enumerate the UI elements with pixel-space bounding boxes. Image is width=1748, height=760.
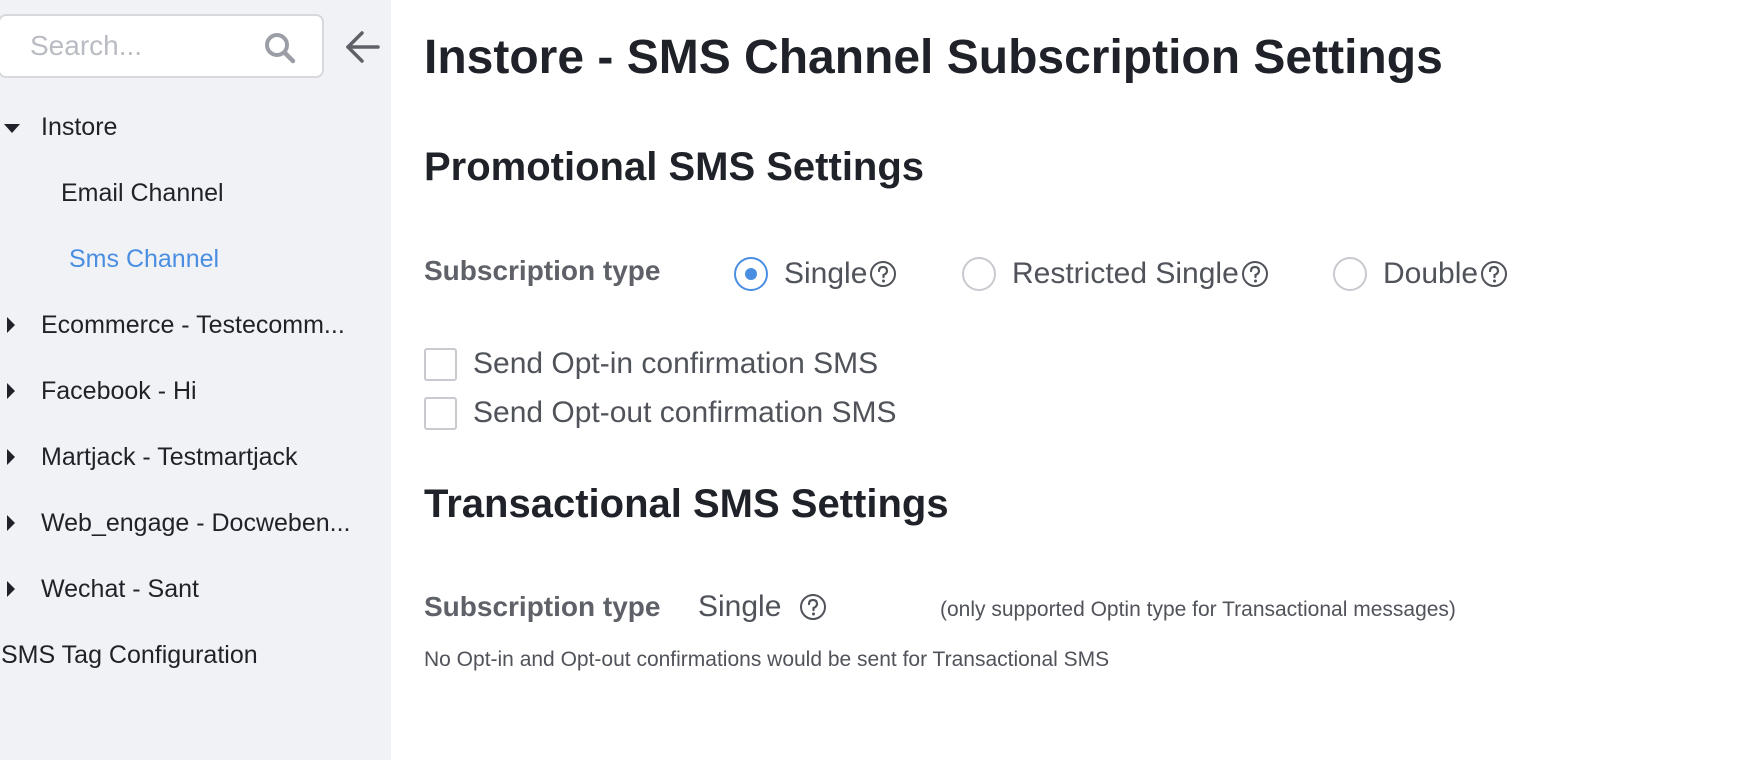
radio-double[interactable]: Double [1333, 254, 1508, 294]
main-content: Instore - SMS Channel Subscription Setti… [424, 0, 1724, 760]
sidebar-item-martjack[interactable]: Martjack - Testmartjack [41, 443, 298, 472]
checkbox-label: Send Opt-out confirmation SMS [473, 396, 897, 429]
help-icon[interactable] [1480, 260, 1508, 288]
arrow-left-icon[interactable] [344, 28, 382, 66]
promotional-subscription-type-label: Subscription type [424, 255, 661, 286]
transactional-info-text: No Opt-in and Opt-out confirmations woul… [424, 648, 1110, 671]
sidebar-item-label: Ecommerce - Testecomm... [41, 311, 345, 339]
checkbox[interactable] [424, 396, 457, 430]
sidebar-item-label: Sms Channel [69, 245, 220, 273]
help-icon[interactable] [869, 260, 897, 288]
radio-label: Double [1383, 257, 1479, 290]
sidebar-item-label: Email Channel [61, 179, 224, 207]
radio-restricted-single[interactable]: Restricted Single [962, 254, 1269, 294]
caret-down-icon[interactable] [4, 124, 20, 133]
sidebar-item-ecommerce[interactable]: Ecommerce - Testecomm... [41, 311, 345, 340]
radio-button[interactable] [962, 257, 996, 291]
promotional-section-title: Promotional SMS Settings [424, 145, 925, 189]
sidebar-item-email-channel[interactable]: Email Channel [61, 179, 224, 208]
transactional-subscription-value-text: Single [698, 590, 782, 623]
transactional-subscription-value: Single [698, 590, 827, 624]
sidebar-item-sms-tag-configuration[interactable]: SMS Tag Configuration [1, 641, 258, 670]
transactional-subscription-type-label: Subscription type [424, 591, 661, 622]
checkbox[interactable] [424, 347, 457, 381]
radio-label: Restricted Single [1012, 257, 1239, 290]
sidebar-item-label: SMS Tag Configuration [1, 641, 258, 669]
sidebar-item-sms-channel[interactable]: Sms Channel [69, 245, 219, 274]
radio-label: Single [784, 257, 868, 290]
checkbox-label: Send Opt-in confirmation SMS [473, 347, 879, 380]
transactional-section-title: Transactional SMS Settings [424, 482, 949, 526]
sidebar-item-label: Facebook - Hi [41, 377, 197, 405]
sidebar-item-instore[interactable]: Instore [41, 113, 117, 142]
help-icon[interactable] [799, 593, 827, 621]
caret-right-icon[interactable] [7, 383, 15, 399]
sidebar-item-label: Web_engage - Docweben... [41, 509, 351, 537]
radio-button-checked[interactable] [734, 257, 768, 291]
caret-right-icon[interactable] [7, 317, 15, 333]
search-icon[interactable] [262, 30, 298, 66]
radio-button[interactable] [1333, 257, 1367, 291]
search-input[interactable] [28, 26, 248, 66]
sidebar-item-wechat[interactable]: Wechat - Sant [41, 575, 199, 604]
send-optin-confirmation-checkbox[interactable]: Send Opt-in confirmation SMS [424, 344, 878, 384]
search-box[interactable] [0, 14, 324, 78]
sidebar-item-facebook[interactable]: Facebook - Hi [41, 377, 197, 406]
transactional-note: (only supported Optin type for Transacti… [940, 598, 1456, 621]
sidebar-item-web-engage[interactable]: Web_engage - Docweben... [41, 509, 350, 538]
help-icon[interactable] [1241, 260, 1269, 288]
sidebar-item-label: Wechat - Sant [41, 575, 199, 603]
radio-single[interactable]: Single [734, 254, 897, 294]
sidebar-item-label: Martjack - Testmartjack [41, 443, 298, 471]
sidebar-item-label: Instore [41, 113, 118, 141]
caret-right-icon[interactable] [7, 581, 15, 597]
send-optout-confirmation-checkbox[interactable]: Send Opt-out confirmation SMS [424, 393, 897, 433]
caret-right-icon[interactable] [7, 449, 15, 465]
caret-right-icon[interactable] [7, 515, 15, 531]
sidebar: Instore Email Channel Sms Channel Ecomme… [0, 0, 391, 760]
page-title: Instore - SMS Channel Subscription Setti… [424, 31, 1443, 84]
